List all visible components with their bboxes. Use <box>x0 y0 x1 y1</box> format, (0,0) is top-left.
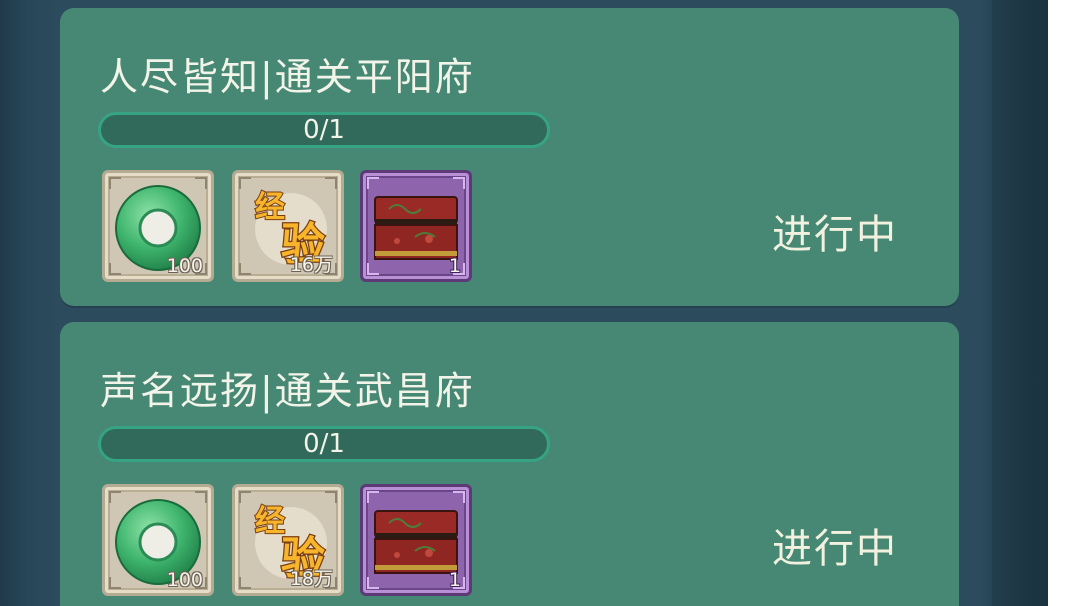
quest-title: 人尽皆知|通关平阳府 <box>100 55 475 99</box>
reward-count: 100 <box>166 255 203 277</box>
reward-count: 16万 <box>289 254 333 276</box>
right-panel-edge <box>992 0 1048 606</box>
reward-item-experience[interactable]: 经 验 16万 <box>232 170 344 282</box>
reward-item-jade[interactable]: 100 <box>102 484 214 596</box>
quest-progress-bar: 0/1 <box>98 426 550 462</box>
quest-card: 人尽皆知|通关平阳府 0/1 100 经 验 16万 1 进行中 <box>60 8 959 306</box>
quest-status: 进行中 <box>772 212 898 258</box>
quest-title: 声名远扬|通关武昌府 <box>100 369 475 413</box>
reward-count: 18万 <box>289 568 333 590</box>
reward-count: 1 <box>448 255 461 277</box>
quest-progress-bar: 0/1 <box>98 112 550 148</box>
reward-item-chest[interactable]: 1 <box>360 170 472 282</box>
progress-text: 0/1 <box>303 429 345 459</box>
quest-panel: 人尽皆知|通关平阳府 0/1 100 经 验 16万 1 进行中 声名远扬|通关… <box>0 0 1048 606</box>
reward-count: 100 <box>166 569 203 591</box>
progress-text: 0/1 <box>303 115 345 145</box>
quest-card: 声名远扬|通关武昌府 0/1 100 经 验 18万 1 进行中 <box>60 322 959 606</box>
reward-item-experience[interactable]: 经 验 18万 <box>232 484 344 596</box>
quest-status: 进行中 <box>772 526 898 572</box>
reward-item-jade[interactable]: 100 <box>102 170 214 282</box>
reward-count: 1 <box>448 569 461 591</box>
reward-item-chest[interactable]: 1 <box>360 484 472 596</box>
